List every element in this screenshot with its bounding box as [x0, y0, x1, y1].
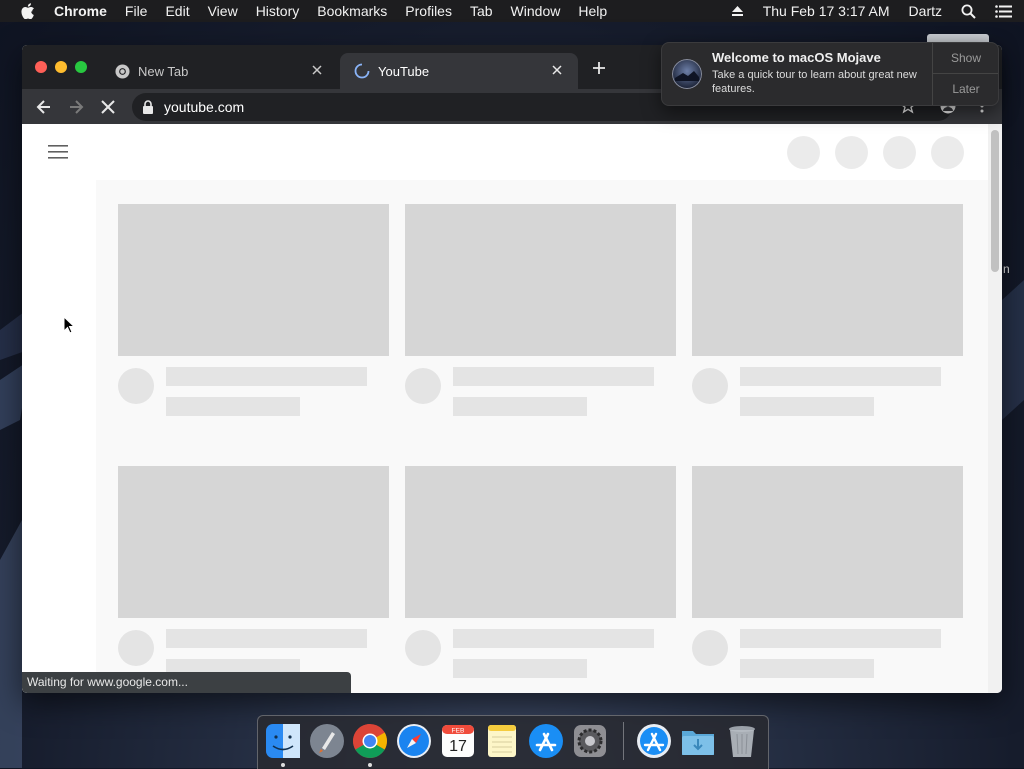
video-thumbnail-placeholder	[405, 204, 676, 356]
app-store-downloads-icon[interactable]	[635, 722, 673, 760]
channel-avatar-placeholder	[692, 368, 728, 404]
video-thumbnail-placeholder	[692, 466, 963, 618]
channel-avatar-placeholder	[405, 630, 441, 666]
system-preferences-icon[interactable]	[571, 722, 609, 760]
video-title-placeholder	[166, 629, 367, 648]
video-meta-placeholder	[740, 659, 874, 678]
menu-bookmarks[interactable]: Bookmarks	[317, 3, 387, 19]
calendar-month: FEB	[452, 728, 465, 735]
header-placeholder-circle	[931, 136, 964, 169]
header-placeholder-circle	[835, 136, 868, 169]
zoom-window-button[interactable]	[75, 61, 87, 73]
tab-new-tab[interactable]: New Tab	[100, 53, 338, 89]
back-arrow-icon[interactable]	[35, 98, 53, 116]
desktop-item-label[interactable]: n	[1003, 262, 1010, 276]
chrome-favicon-icon	[114, 63, 130, 79]
menu-view[interactable]: View	[208, 3, 238, 19]
running-indicator	[281, 763, 285, 767]
notification-banner[interactable]: Welcome to macOS Mojave Take a quick tou…	[661, 42, 999, 106]
channel-avatar-placeholder	[118, 368, 154, 404]
menu-tab[interactable]: Tab	[470, 3, 493, 19]
downloads-folder-icon[interactable]	[679, 722, 717, 760]
video-thumbnail-placeholder	[692, 204, 963, 356]
show-button[interactable]: Show	[933, 43, 998, 74]
app-store-icon[interactable]	[527, 722, 565, 760]
video-title-placeholder	[740, 629, 941, 648]
spotlight-search-icon[interactable]	[961, 4, 976, 19]
loading-spinner-icon	[354, 63, 370, 79]
notification-title: Welcome to macOS Mojave	[712, 50, 881, 65]
menu-window[interactable]: Window	[511, 3, 561, 19]
close-tab-icon[interactable]	[550, 63, 564, 77]
video-title-placeholder	[740, 367, 941, 386]
address-url[interactable]: youtube.com	[164, 99, 244, 115]
notification-actions: Show Later	[932, 43, 998, 105]
tab-youtube[interactable]: YouTube	[340, 53, 578, 89]
dock: FEB 17	[257, 715, 769, 769]
stop-loading-icon[interactable]	[99, 98, 117, 116]
apple-icon[interactable]	[21, 3, 35, 19]
tab-title: New Tab	[138, 63, 189, 79]
video-title-placeholder	[166, 367, 367, 386]
video-thumbnail-placeholder	[405, 466, 676, 618]
lock-icon[interactable]	[142, 100, 154, 114]
video-title-placeholder	[453, 367, 654, 386]
notes-icon[interactable]	[483, 722, 521, 760]
video-meta-placeholder	[453, 397, 587, 416]
menu-help[interactable]: Help	[578, 3, 607, 19]
macos-mojave-icon	[672, 59, 702, 89]
channel-avatar-placeholder	[118, 630, 154, 666]
menu-history[interactable]: History	[256, 3, 300, 19]
chrome-window: New Tab YouTube youtube.com Waiting for …	[22, 45, 1002, 693]
menubar-user[interactable]: Dartz	[909, 3, 942, 19]
tab-title: YouTube	[378, 63, 430, 79]
notification-center-icon[interactable]	[995, 4, 1012, 18]
minimize-window-button[interactable]	[55, 61, 67, 73]
video-meta-placeholder	[740, 397, 874, 416]
header-placeholder-circle	[883, 136, 916, 169]
video-meta-placeholder	[166, 397, 300, 416]
header-placeholder-circle	[787, 136, 820, 169]
menu-profiles[interactable]: Profiles	[405, 3, 452, 19]
trash-icon[interactable]	[723, 722, 761, 760]
channel-avatar-placeholder	[692, 630, 728, 666]
new-tab-plus-icon[interactable]	[592, 61, 606, 75]
status-bubble: Waiting for www.google.com...	[22, 672, 351, 693]
close-window-button[interactable]	[35, 61, 47, 73]
menu-app-name[interactable]: Chrome	[54, 3, 107, 19]
menubar-clock[interactable]: Thu Feb 17 3:17 AM	[763, 3, 890, 19]
video-thumbnail-placeholder	[118, 204, 389, 356]
mouse-cursor-icon	[63, 316, 75, 334]
launchpad-icon[interactable]	[308, 722, 346, 760]
dock-separator	[623, 722, 624, 760]
menu-file[interactable]: File	[125, 3, 148, 19]
scrollbar-thumb[interactable]	[991, 130, 999, 272]
menu-bar: Chrome File Edit View History Bookmarks …	[0, 0, 1024, 22]
forward-arrow-icon[interactable]	[67, 98, 85, 116]
calendar-icon[interactable]: FEB 17	[439, 722, 477, 760]
video-thumbnail-placeholder	[118, 466, 389, 618]
hamburger-menu-icon[interactable]	[48, 144, 68, 160]
safari-icon[interactable]	[395, 722, 433, 760]
video-feed-skeleton	[96, 180, 988, 693]
chrome-icon[interactable]	[351, 722, 389, 760]
channel-avatar-placeholder	[405, 368, 441, 404]
video-meta-placeholder	[453, 659, 587, 678]
video-title-placeholder	[453, 629, 654, 648]
later-button[interactable]: Later	[933, 74, 998, 104]
notification-body: Take a quick tour to learn about great n…	[712, 69, 917, 95]
eject-icon[interactable]	[731, 5, 744, 17]
youtube-page	[22, 124, 988, 693]
calendar-day: 17	[449, 738, 467, 755]
menu-edit[interactable]: Edit	[165, 3, 189, 19]
window-controls	[35, 61, 87, 73]
finder-icon[interactable]	[264, 722, 302, 760]
running-indicator	[368, 763, 372, 767]
page-scrollbar[interactable]	[988, 124, 1002, 693]
close-tab-icon[interactable]	[310, 63, 324, 77]
